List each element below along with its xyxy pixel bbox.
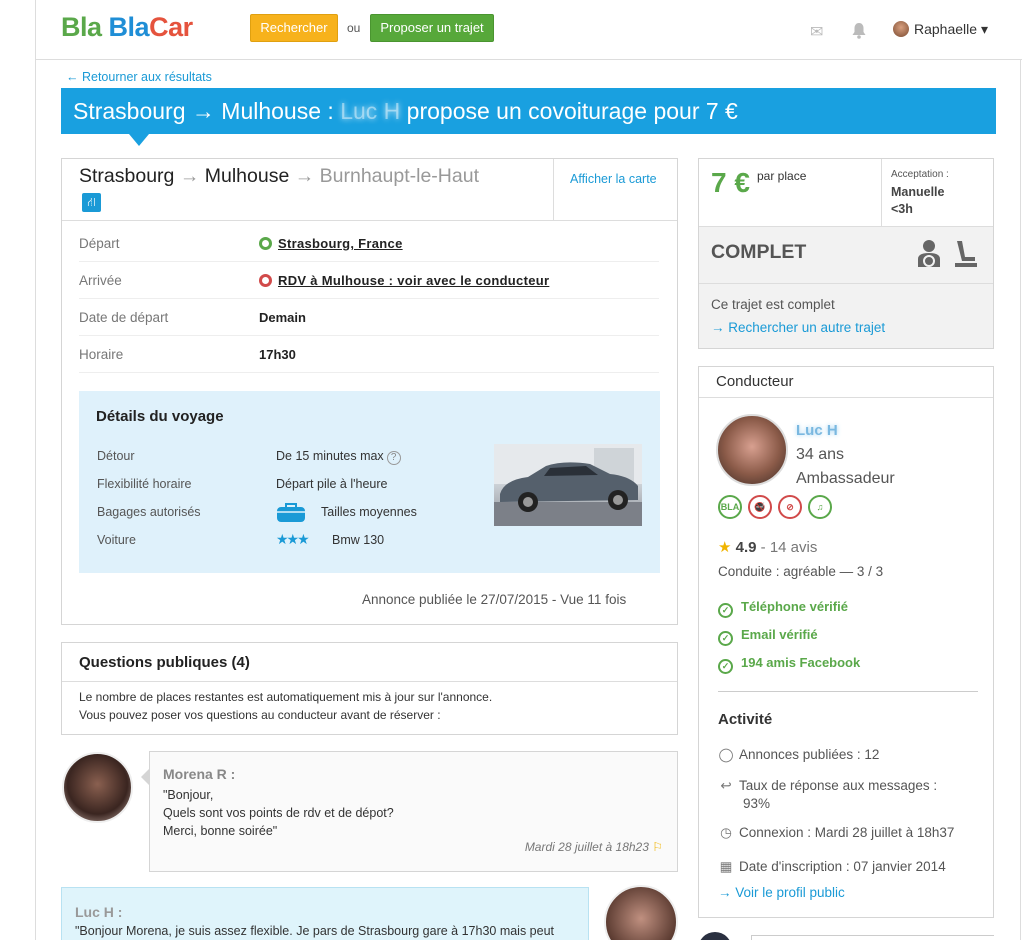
- status-badge: COMPLET: [711, 241, 807, 263]
- divider: [718, 691, 978, 692]
- luggage-icon: [277, 503, 305, 522]
- star-icon: ★: [718, 539, 732, 556]
- user-avatar[interactable]: [893, 21, 909, 37]
- response-rate: ↩ Taux de réponse aux messages :: [718, 778, 937, 794]
- search-button[interactable]: Rechercher: [250, 14, 338, 42]
- trip-details-box: Strasbourg → Mulhouse → Burnhaupt-le-Hau…: [61, 158, 678, 625]
- posted-info: Annonce publiée le 27/07/2015 - Vue 11 f…: [362, 592, 627, 607]
- car-comfort-stars: ★★★: [276, 531, 310, 547]
- passenger-avatar[interactable]: [62, 752, 133, 823]
- questions-title: Questions publiques (4): [79, 654, 250, 671]
- driver-header: Conducteur: [699, 367, 993, 398]
- question-message: Morena R : "Bonjour, Quels sont vos poin…: [149, 751, 678, 872]
- clock-icon: ◷: [720, 825, 732, 840]
- driver-avatar[interactable]: [716, 414, 788, 486]
- price-box: 7 € par place Acceptation : Manuelle <3h…: [698, 158, 994, 349]
- passenger-seat-icon: [955, 241, 977, 267]
- check-icon: ✓: [718, 631, 733, 646]
- message-date: Mardi 28 juillet à 18h23 ⚐: [524, 840, 663, 854]
- arrival-row: Arrivée RDV à Mulhouse : voir avec le co…: [79, 262, 659, 299]
- ads-count: ◯ Annonces publiées : 12: [718, 747, 880, 762]
- driver-box: Conducteur Luc H 34 ans Ambassadeur BLA …: [698, 366, 994, 918]
- calendar-icon: ▦: [719, 859, 733, 874]
- divider: [62, 681, 677, 682]
- top-bar: Bla BlaCar Rechercher ou Proposer un tra…: [36, 0, 1022, 60]
- last-connection: ◷ Connexion : Mardi 28 juillet à 18h37: [718, 825, 954, 841]
- arrival-link[interactable]: RDV à Mulhouse : voir avec le conducteur: [278, 273, 549, 288]
- bell-icon[interactable]: [851, 22, 867, 44]
- departure-date-row: Date de départ Demain: [79, 299, 659, 336]
- car-photo[interactable]: [494, 444, 642, 526]
- details-title: Détails du voyage: [96, 408, 224, 425]
- blablacar-logo[interactable]: Bla BlaCar: [61, 12, 193, 43]
- email-verified: ✓ Email vérifié: [718, 627, 818, 646]
- departure-link[interactable]: Strasbourg, France: [278, 236, 403, 251]
- user-menu[interactable]: Raphaelle ▾: [914, 21, 988, 38]
- driver-reply-message: Luc H : "Bonjour Morena, je suis assez f…: [61, 887, 589, 940]
- search-other-trip-link[interactable]: → Rechercher un autre trajet: [711, 320, 885, 335]
- banner-pointer: [129, 134, 149, 146]
- show-map-link[interactable]: Afficher la carte: [553, 159, 677, 221]
- phone-verified: ✓ Téléphone vérifié: [718, 599, 848, 618]
- message-author[interactable]: Morena R :: [163, 766, 235, 782]
- route-header: Strasbourg → Mulhouse → Burnhaupt-le-Hau…: [62, 159, 677, 221]
- driver-name[interactable]: Luc H: [796, 422, 838, 439]
- no-smoking-icon[interactable]: 🚭: [748, 495, 772, 519]
- driver-reply-avatar[interactable]: [604, 885, 678, 940]
- arrival-pin-icon: [259, 274, 272, 287]
- help-icon[interactable]: ?: [386, 451, 401, 465]
- blabla-pref-icon[interactable]: BLA: [718, 495, 742, 519]
- departure-row: Départ Strasbourg, France: [79, 225, 659, 262]
- view-public-profile-link[interactable]: → Voir le profil public: [718, 885, 845, 900]
- price-amount: 7 €: [711, 167, 750, 198]
- next-avatar: [698, 932, 732, 940]
- mail-icon[interactable]: ✉: [810, 22, 823, 42]
- driver-rank: Ambassadeur: [796, 470, 895, 487]
- highway-icon: ⛙: [82, 193, 101, 212]
- driver-name-blurred: Luc H: [340, 98, 401, 124]
- route-title: Strasbourg → Mulhouse → Burnhaupt-le-Hau…: [79, 165, 479, 187]
- full-status: COMPLET: [699, 227, 993, 284]
- ring-icon: ◯: [718, 747, 734, 762]
- page-frame: Bla BlaCar Rechercher ou Proposer un tra…: [35, 0, 1022, 940]
- next-box-edge: [751, 935, 994, 940]
- activity-title: Activité: [718, 711, 773, 728]
- flag-icon[interactable]: ⚐: [652, 840, 663, 854]
- facebook-verified: ✓ 194 amis Facebook: [718, 655, 860, 674]
- signup-date: ▦ Date d'inscription : 07 janvier 2014: [719, 859, 946, 874]
- no-pets-icon[interactable]: ⊘: [778, 495, 802, 519]
- reply-icon: ↩: [720, 778, 732, 793]
- acceptance-info: Acceptation : Manuelle <3h: [881, 159, 993, 227]
- back-to-results-link[interactable]: ← Retourner aux résultats: [66, 70, 212, 84]
- check-icon: ✓: [718, 659, 733, 674]
- page-title-banner: Strasbourg → Mulhouse : Luc H propose un…: [61, 88, 996, 134]
- driver-seat-icon: [918, 240, 940, 267]
- time-row: Horaire 17h30: [79, 336, 659, 373]
- music-icon[interactable]: ♫: [808, 495, 832, 519]
- driver-rating[interactable]: ★ 4.9 - 14 avis: [718, 538, 817, 556]
- trip-details-panel: Détails du voyage Détour De 15 minutes m…: [79, 391, 660, 573]
- propose-trip-button[interactable]: Proposer un trajet: [370, 14, 494, 42]
- reply-author[interactable]: Luc H :: [75, 904, 122, 920]
- or-text: ou: [347, 21, 361, 35]
- departure-pin-icon: [259, 237, 272, 250]
- price-header: 7 € par place Acceptation : Manuelle <3h: [699, 159, 993, 227]
- check-icon: ✓: [718, 603, 733, 618]
- public-questions-box: Questions publiques (4) Le nombre de pla…: [61, 642, 678, 735]
- driver-age: 34 ans: [796, 446, 845, 463]
